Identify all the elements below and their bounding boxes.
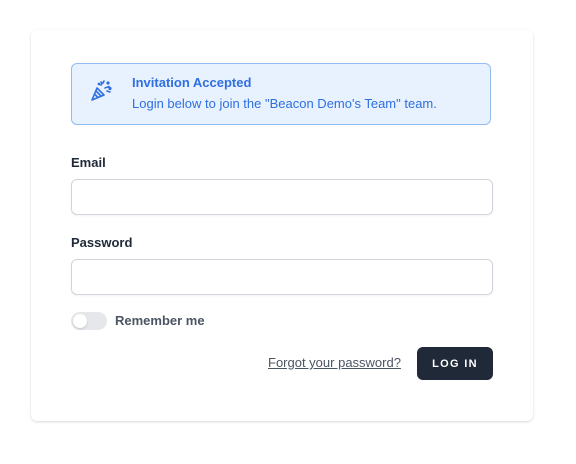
login-button[interactable]: LOG IN [417,347,493,380]
toggle-knob [73,314,87,328]
password-field[interactable] [71,259,493,295]
alert-title: Invitation Accepted [132,75,252,90]
email-field[interactable] [71,179,493,215]
invitation-alert: Invitation Accepted Login below to join … [71,63,491,125]
remember-me-label[interactable]: Remember me [115,313,205,328]
forgot-password-link[interactable]: Forgot your password? [268,355,401,370]
password-label: Password [71,235,133,250]
email-label: Email [71,155,106,170]
alert-message: Login below to join the "Beacon Demo's T… [132,96,437,111]
party-popper-icon [89,79,113,103]
login-card: Invitation Accepted Login below to join … [31,30,533,421]
remember-me-toggle[interactable] [71,312,107,330]
